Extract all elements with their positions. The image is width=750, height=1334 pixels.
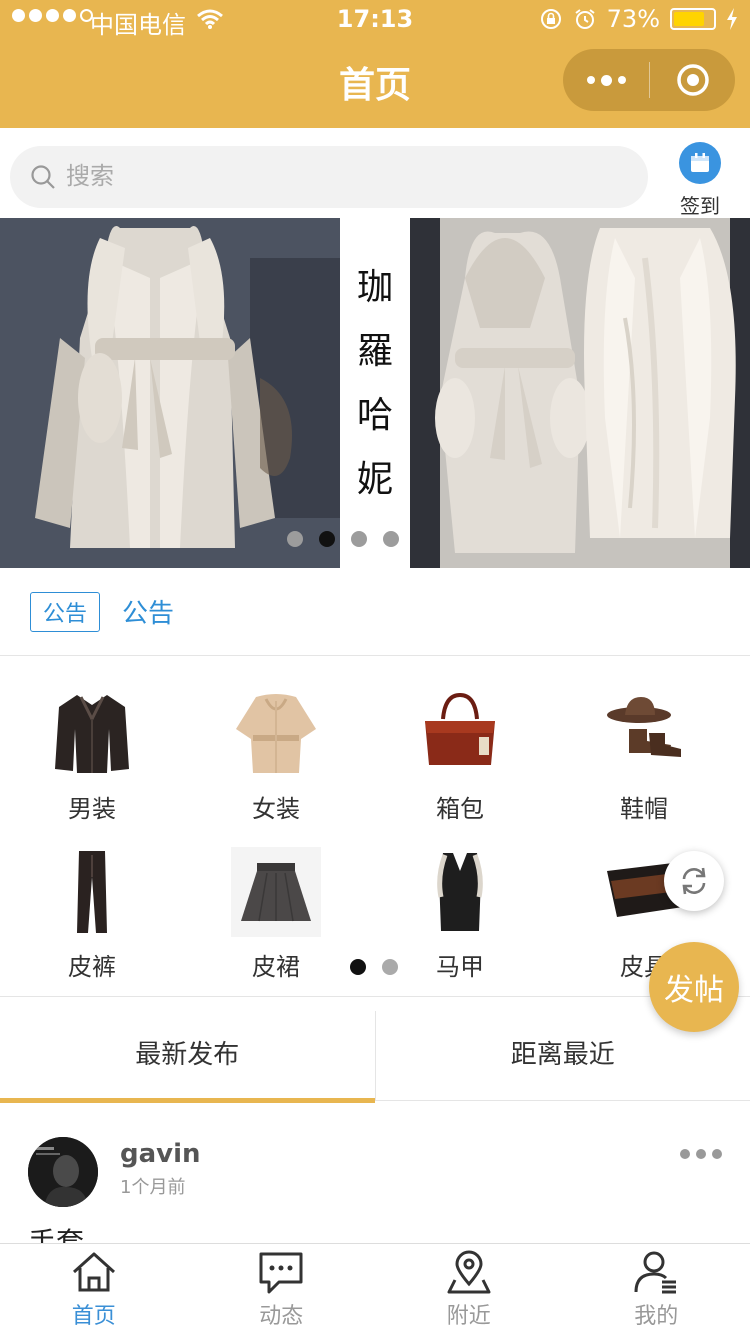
calendar-icon xyxy=(679,142,721,184)
banner-indicator xyxy=(287,531,399,547)
vest-icon xyxy=(415,847,505,937)
banner-dot[interactable] xyxy=(351,531,367,547)
leather-jacket-icon xyxy=(47,689,137,779)
banner-carousel[interactable]: 珈 羅 哈 妮 xyxy=(0,218,750,568)
banner-photo-right xyxy=(410,218,750,568)
category-page-indicator xyxy=(350,959,398,975)
category-label: 皮裙 xyxy=(252,953,300,981)
fur-coat-icon xyxy=(231,689,321,779)
brand-char: 羅 xyxy=(356,331,393,372)
post-username[interactable]: gavin xyxy=(120,1139,201,1169)
category-label: 女装 xyxy=(252,795,300,823)
search-input[interactable] xyxy=(66,163,586,191)
top-bar: 中国电信 17:13 73% 首页 xyxy=(0,0,750,128)
search-icon xyxy=(31,165,55,189)
category-page-dot-active[interactable] xyxy=(350,959,366,975)
category-grid: 男装 女装 箱包 鞋帽 皮裤 皮裙 马甲 皮具 xyxy=(0,657,750,997)
banner-dot[interactable] xyxy=(383,531,399,547)
home-icon xyxy=(72,1252,115,1292)
alarm-icon xyxy=(575,9,595,29)
chat-bubble-icon xyxy=(259,1252,303,1294)
category-shoes-hats[interactable]: 鞋帽 xyxy=(552,689,736,824)
battery-percent: 73% xyxy=(606,5,660,33)
category-label: 箱包 xyxy=(436,795,484,823)
notice-bar[interactable]: 公告 公告 xyxy=(0,568,750,656)
location-pin-icon xyxy=(447,1250,491,1294)
battery-icon xyxy=(670,8,716,30)
app-page: 中国电信 17:13 73% 首页 搜索 签到 珈 羅 哈 妮 公告 公告 男装… xyxy=(0,0,750,1334)
search-bar[interactable] xyxy=(10,146,648,208)
banner-dot[interactable] xyxy=(287,531,303,547)
post-content[interactable]: 手套 xyxy=(28,1221,84,1243)
category-women[interactable]: 女装 xyxy=(184,689,368,824)
banner-photo-left xyxy=(0,218,340,568)
brand-name-strip: 珈 羅 哈 妮 xyxy=(340,218,410,568)
category-leather-pants[interactable]: 皮裤 xyxy=(0,847,184,982)
category-label: 皮裤 xyxy=(68,953,116,981)
notice-text[interactable]: 公告 xyxy=(122,593,174,630)
tab-home[interactable]: 首页 xyxy=(0,1244,188,1334)
status-right: 73% xyxy=(539,5,738,33)
bottom-tab-bar: 首页 动态 附近 我的 xyxy=(0,1243,750,1334)
category-label: 鞋帽 xyxy=(620,795,668,823)
category-men[interactable]: 男装 xyxy=(0,689,184,824)
tab-label: 我的 xyxy=(634,1304,679,1329)
user-icon xyxy=(634,1251,677,1294)
tab-nearby[interactable]: 附近 xyxy=(375,1244,563,1334)
handbag-icon xyxy=(415,689,505,779)
feed-tabs: 最新发布 距离最近 xyxy=(0,1011,750,1103)
tab-activity[interactable]: 动态 xyxy=(188,1244,376,1334)
category-leather-skirt[interactable]: 皮裙 xyxy=(184,847,368,982)
tab-nearest[interactable]: 距离最近 xyxy=(376,1011,750,1100)
tab-mine[interactable]: 我的 xyxy=(563,1244,750,1334)
boots-hat-icon xyxy=(599,689,689,779)
more-dots-icon[interactable] xyxy=(680,1149,722,1159)
mini-program-capsule xyxy=(563,49,735,111)
banner-dot-active[interactable] xyxy=(319,531,335,547)
brand-char: 妮 xyxy=(356,459,393,500)
more-dots-icon[interactable] xyxy=(563,74,649,86)
tab-label: 动态 xyxy=(259,1304,304,1329)
tab-latest[interactable]: 最新发布 xyxy=(0,1011,376,1103)
tab-label: 附近 xyxy=(446,1304,491,1329)
category-bags[interactable]: 箱包 xyxy=(368,689,552,824)
status-bar: 中国电信 17:13 73% xyxy=(0,0,750,40)
brand-char: 哈 xyxy=(356,395,393,436)
target-close-icon[interactable] xyxy=(650,63,735,97)
signin-label: 签到 xyxy=(680,194,720,218)
notice-tag: 公告 xyxy=(30,591,101,632)
leather-skirt-icon xyxy=(231,847,321,937)
refresh-icon xyxy=(682,867,706,895)
brand-char: 珈 xyxy=(356,267,393,308)
signin-button[interactable]: 签到 xyxy=(674,142,726,219)
tab-label: 首页 xyxy=(71,1304,116,1329)
category-label: 男装 xyxy=(68,795,116,823)
orientation-lock-icon xyxy=(540,9,561,29)
avatar[interactable] xyxy=(28,1137,98,1207)
charging-icon xyxy=(727,8,737,30)
category-page-dot[interactable] xyxy=(382,959,398,975)
refresh-button[interactable] xyxy=(664,851,724,911)
leather-pants-icon xyxy=(47,847,137,937)
post-time: 1个月前 xyxy=(120,1177,186,1198)
feed-post[interactable]: gavin 1个月前 手套 xyxy=(0,1101,750,1243)
